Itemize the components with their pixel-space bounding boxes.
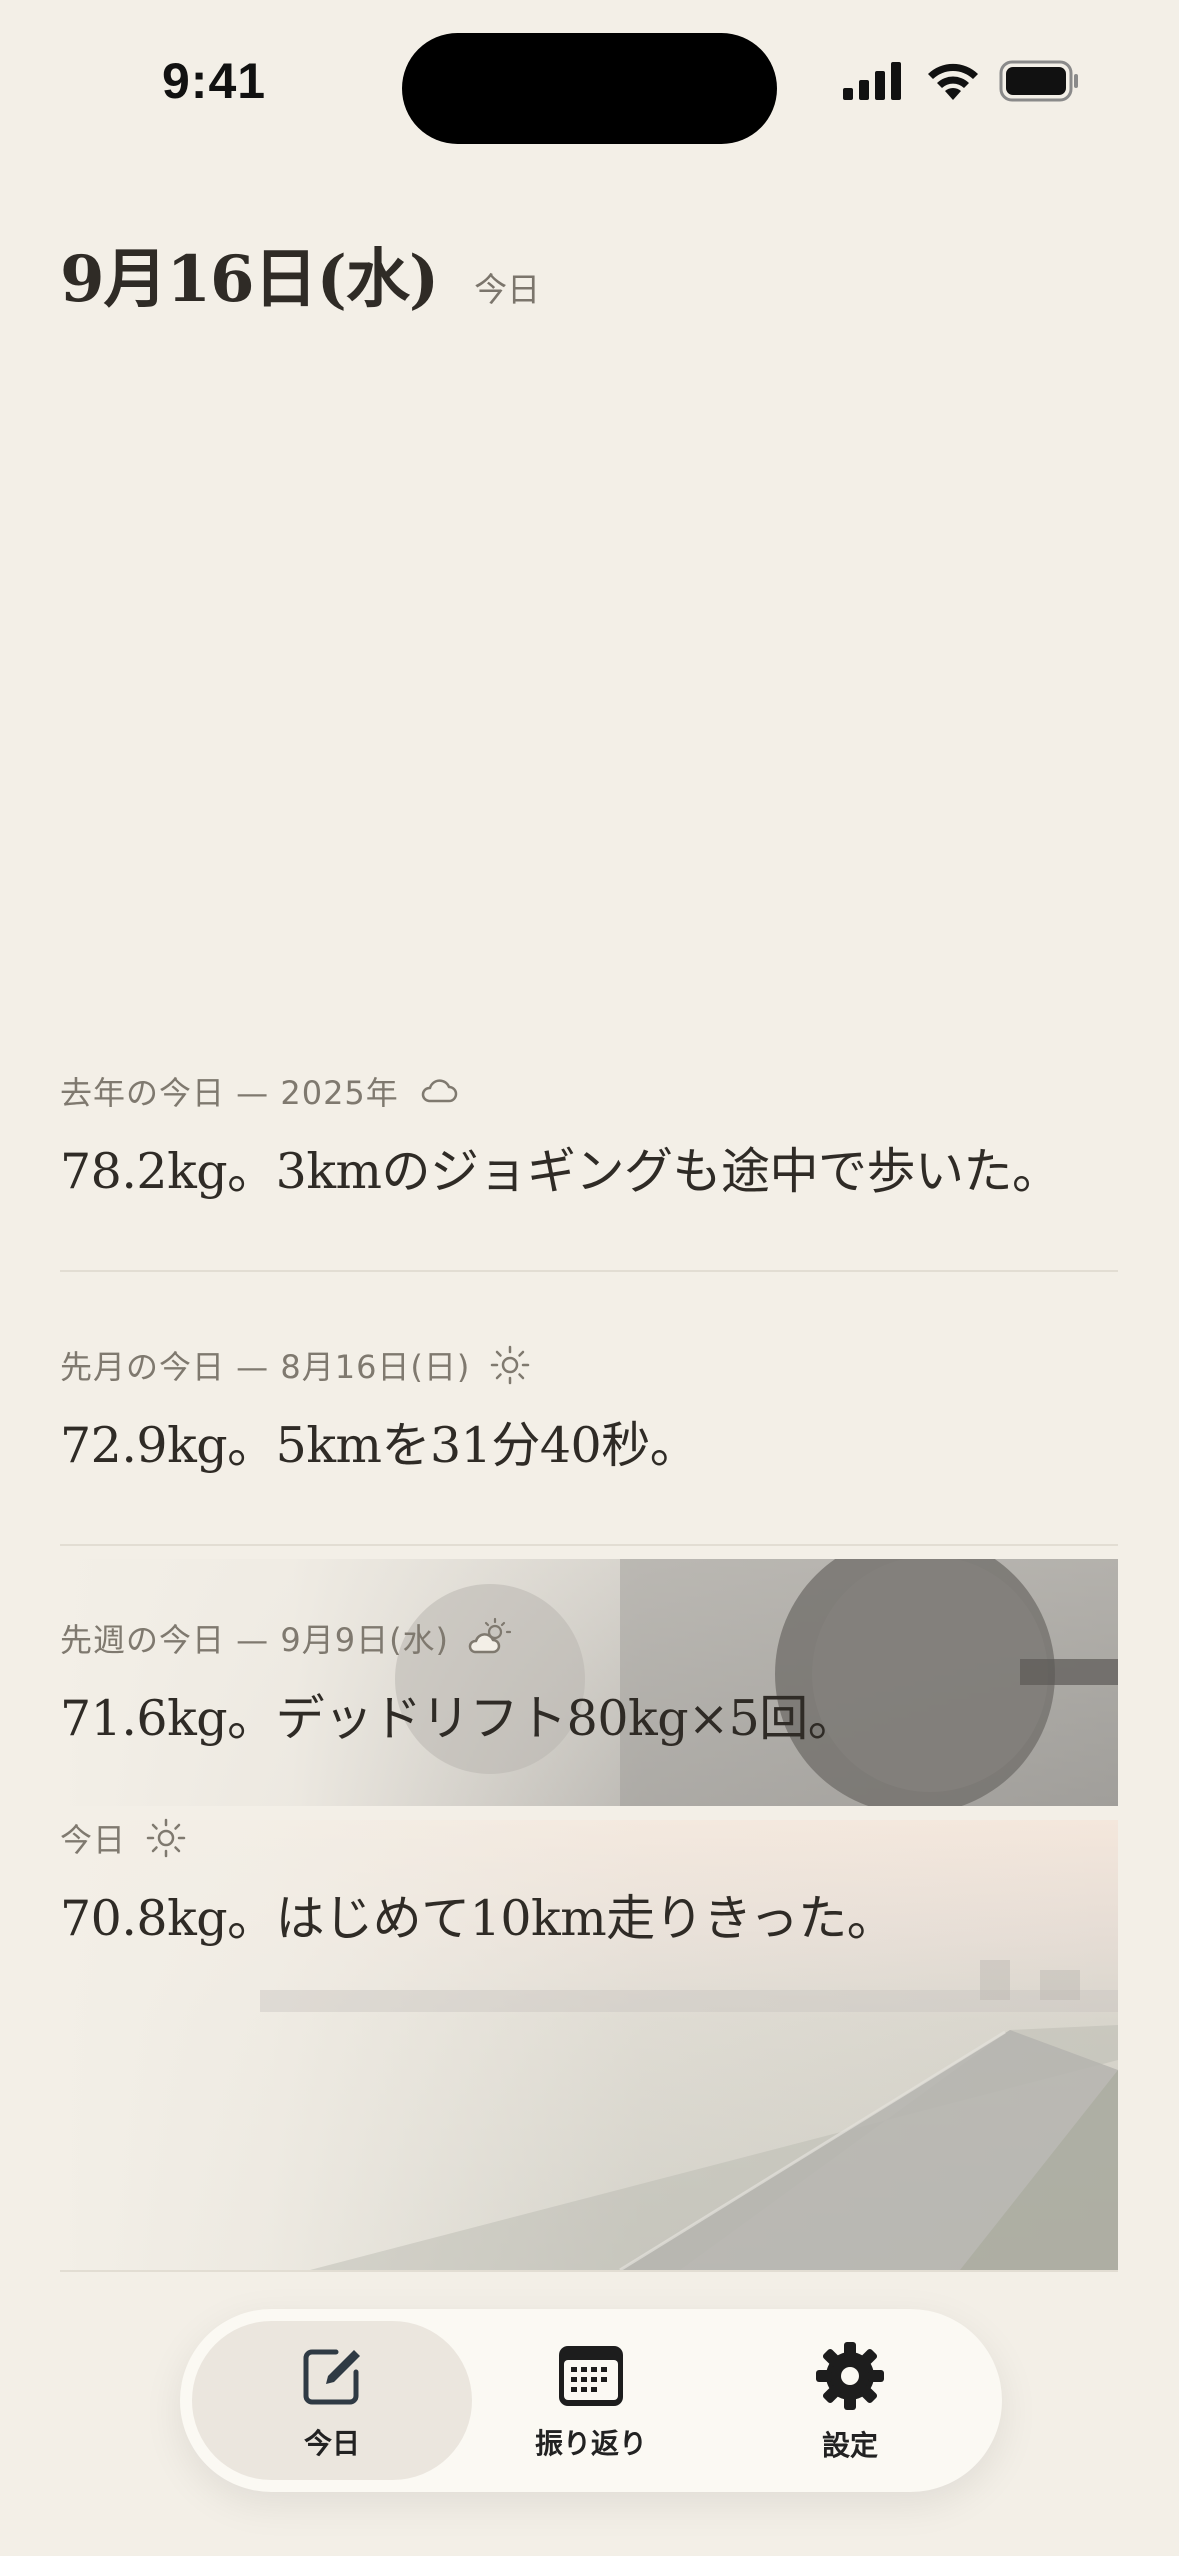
entry-last-week[interactable]: 先週の今日 — 9月9日(水) 71.6kg。デッドリフト80kg×5回。	[60, 1615, 1118, 1750]
partly-cloudy-icon	[468, 1617, 512, 1654]
entry-text: 70.8kg。はじめて10km走りきった。	[60, 1890, 896, 1947]
tab-bar: 今日 振り返り 設定	[180, 2309, 1002, 2492]
divider	[60, 2270, 1118, 2272]
tab-settings[interactable]: 設定	[710, 2321, 990, 2480]
entry-meta: 去年の今日 — 2025年	[60, 1074, 399, 1112]
gear-icon	[816, 2341, 884, 2410]
wifi-icon	[928, 63, 978, 100]
page-header: 9月16日(水) 今日	[60, 228, 540, 320]
calendar-icon	[559, 2345, 623, 2406]
entry-meta: 今日	[60, 1821, 127, 1859]
divider	[60, 1270, 1118, 1272]
entry-text: 78.2kg。3kmのジョギングも途中で歩いた。	[60, 1143, 1061, 1200]
tab-label: 振り返り	[534, 2426, 647, 2460]
sun-icon	[491, 1345, 530, 1385]
today-label: 今日	[474, 270, 541, 309]
tab-today[interactable]: 今日	[192, 2321, 472, 2480]
entry-meta: 先月の今日 — 8月16日(日)	[60, 1348, 471, 1386]
entry-last-year[interactable]: 去年の今日 — 2025年 78.2kg。3kmのジョギングも途中で歩いた。	[60, 1068, 1118, 1203]
sun-icon	[146, 1818, 186, 1858]
dynamic-island	[402, 33, 777, 144]
tab-label: 設定	[821, 2428, 878, 2462]
compose-icon	[303, 2349, 360, 2404]
status-time: 9:41	[162, 53, 267, 109]
signal-icon	[843, 62, 901, 100]
page-title: 9月16日(水)	[60, 242, 439, 317]
battery-icon	[999, 60, 1078, 102]
tab-review[interactable]: 振り返り	[451, 2321, 731, 2480]
entry-text: 71.6kg。デッドリフト80kg×5回。	[60, 1690, 857, 1747]
entry-text: 72.9kg。5kmを31分40秒。	[60, 1417, 699, 1474]
tab-label: 今日	[303, 2426, 360, 2460]
entry-meta: 先週の今日 — 9月9日(水)	[60, 1621, 450, 1659]
divider	[60, 1544, 1118, 1546]
entry-today[interactable]: 今日 70.8kg。はじめて10km走りきった。	[60, 1815, 1118, 1950]
cloud-icon	[421, 1079, 458, 1103]
entry-last-month[interactable]: 先月の今日 — 8月16日(日) 72.9kg。5kmを31分40秒。	[60, 1342, 1118, 1477]
